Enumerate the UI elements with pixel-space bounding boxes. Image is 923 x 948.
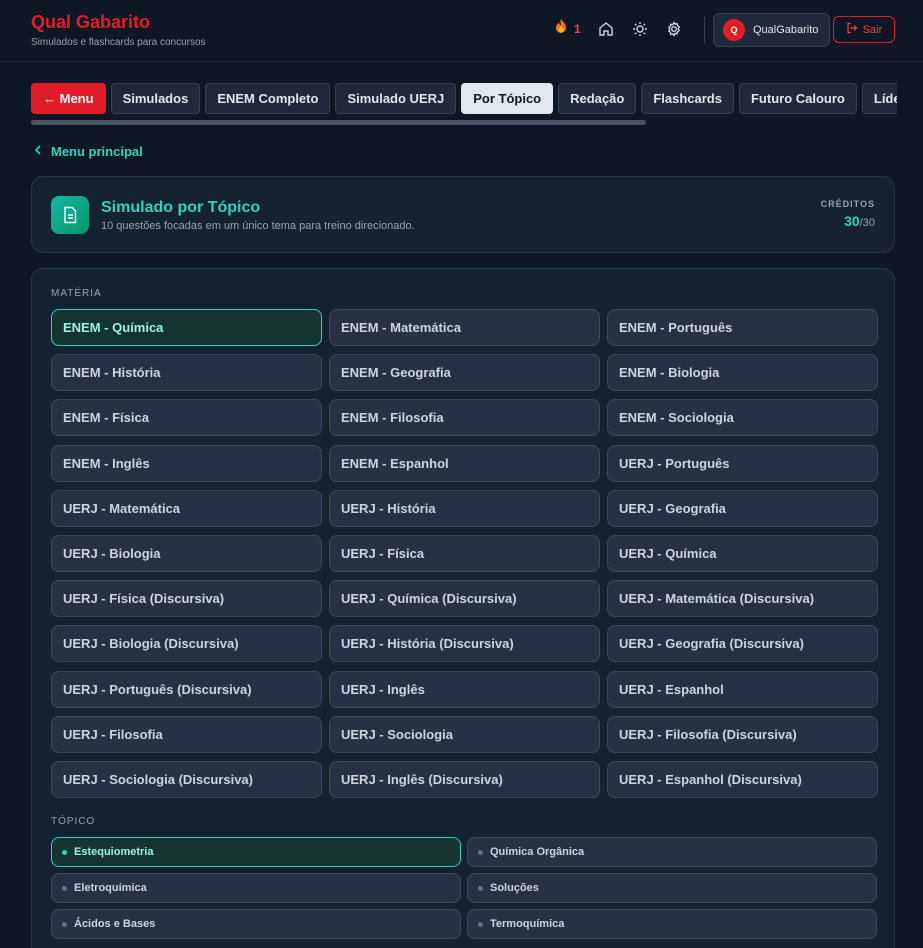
- subject-option[interactable]: UERJ - Português (Discursiva): [51, 670, 322, 708]
- subject-option[interactable]: UERJ - Português: [607, 444, 878, 482]
- tab-enem-completo[interactable]: ENEM Completo: [205, 83, 331, 114]
- topic-label: Ácidos e Bases: [74, 918, 156, 930]
- tabs-scrollbar[interactable]: [31, 120, 646, 125]
- header-divider: [704, 17, 705, 43]
- subject-option[interactable]: UERJ - Geografia: [607, 489, 878, 527]
- app-header: Qual Gabarito Simulados e flashcards par…: [0, 0, 923, 62]
- subject-option[interactable]: ENEM - Biologia: [607, 354, 878, 392]
- sun-icon[interactable]: [631, 20, 649, 38]
- subject-option[interactable]: ENEM - Química: [51, 309, 322, 346]
- brand[interactable]: Qual Gabarito Simulados e flashcards par…: [31, 11, 206, 48]
- credits-current: 30: [844, 213, 860, 229]
- subject-option[interactable]: UERJ - Inglês (Discursiva): [329, 761, 600, 798]
- subject-option[interactable]: UERJ - Sociologia: [329, 715, 600, 753]
- tab-futuro-calouro[interactable]: Futuro Calouro: [738, 83, 857, 114]
- menu-button[interactable]: ← Menu: [31, 83, 106, 114]
- subject-option[interactable]: ENEM - Física: [51, 399, 322, 437]
- card-description: 10 questões focadas em um único tema par…: [101, 220, 415, 232]
- tab-por-topico[interactable]: Por Tópico: [461, 83, 554, 114]
- subject-option[interactable]: UERJ - Química (Discursiva): [329, 580, 600, 618]
- topic-label: Eletroquímica: [74, 882, 147, 894]
- tab-flashcards[interactable]: Flashcards: [641, 83, 734, 114]
- back-to-menu-link[interactable]: Menu principal: [33, 144, 143, 159]
- topic-label: Soluções: [490, 882, 539, 894]
- subject-option[interactable]: ENEM - Espanhol: [329, 444, 600, 482]
- tab-lideres[interactable]: Líderes: [861, 83, 897, 114]
- subject-option[interactable]: UERJ - Biologia: [51, 535, 322, 572]
- subject-option[interactable]: ENEM - Sociologia: [607, 399, 878, 437]
- user-name: QualGabarito: [753, 24, 819, 36]
- selection-panel: MATÉRIA ENEM - Química ENEM - Matemática E…: [31, 268, 895, 948]
- subject-option[interactable]: UERJ - Física (Discursiva): [51, 580, 322, 618]
- gear-icon[interactable]: [665, 20, 683, 38]
- subject-option[interactable]: UERJ - Filosofia (Discursiva): [607, 715, 878, 753]
- bullet-icon: [478, 921, 483, 927]
- tab-simulado-uerj[interactable]: Simulado UERJ: [335, 83, 457, 114]
- subject-option[interactable]: UERJ - História: [329, 489, 600, 527]
- credits-value: 30/30: [844, 213, 875, 229]
- streak-count: 1: [574, 21, 581, 36]
- chevron-left-icon: [33, 144, 43, 159]
- subject-option[interactable]: ENEM - Geografia: [329, 354, 600, 392]
- user-menu-button[interactable]: Q QualGabarito: [713, 13, 830, 47]
- subject-option[interactable]: UERJ - Sociologia (Discursiva): [51, 761, 322, 798]
- subject-option[interactable]: UERJ - Biologia (Discursiva): [51, 625, 322, 663]
- topic-label: Química Orgânica: [490, 846, 585, 858]
- brand-subtitle: Simulados e flashcards para concursos: [31, 37, 206, 48]
- subject-option[interactable]: ENEM - Filosofia: [329, 399, 600, 437]
- subject-option[interactable]: ENEM - Matemática: [329, 309, 600, 346]
- bullet-icon: [478, 849, 483, 855]
- subject-option[interactable]: UERJ - Matemática: [51, 489, 322, 527]
- topic-option[interactable]: Ácidos e Bases: [51, 909, 461, 939]
- bullet-icon: [62, 921, 67, 927]
- subject-option[interactable]: UERJ - Física: [329, 535, 600, 572]
- header-icons: 1: [554, 18, 699, 39]
- subject-option[interactable]: UERJ - Filosofia: [51, 715, 322, 753]
- tab-redacao[interactable]: Redação: [558, 83, 637, 114]
- streak-indicator: 1: [554, 18, 581, 39]
- nav-tabs: ← Menu Simulados ENEM Completo Simulado UER…: [31, 83, 897, 115]
- avatar: Q: [723, 19, 745, 41]
- topic-label: Estequiometria: [74, 846, 154, 858]
- logout-label: Sair: [862, 23, 883, 36]
- subject-option[interactable]: UERJ - História (Discursiva): [329, 625, 600, 663]
- topic-option[interactable]: Estequiometria: [51, 837, 461, 867]
- brand-title: Qual Gabarito: [31, 12, 151, 32]
- topic-option[interactable]: Termoquímica: [467, 909, 877, 939]
- topic-option[interactable]: Eletroquímica: [51, 873, 461, 903]
- bullet-icon: [62, 885, 67, 891]
- subject-option[interactable]: ENEM - Português: [607, 309, 878, 346]
- topic-option[interactable]: Química Orgânica: [467, 837, 877, 867]
- home-icon[interactable]: [597, 20, 615, 38]
- subject-option[interactable]: UERJ - Matemática (Discursiva): [607, 580, 878, 618]
- logout-button[interactable]: Sair: [833, 16, 895, 43]
- logout-icon: [846, 22, 858, 37]
- document-icon: [51, 196, 89, 234]
- back-link-label: Menu principal: [51, 144, 143, 159]
- topic-label: Termoquímica: [490, 918, 565, 930]
- subject-section-label: MATÉRIA: [51, 288, 102, 299]
- flame-icon: [554, 18, 568, 39]
- subject-option[interactable]: UERJ - Inglês: [329, 670, 600, 708]
- bullet-icon: [478, 885, 483, 891]
- topic-option[interactable]: Soluções: [467, 873, 877, 903]
- topic-simulation-card: Simulado por Tópico 10 questões focadas …: [31, 176, 895, 253]
- bullet-icon: [62, 849, 67, 855]
- subject-option[interactable]: UERJ - Espanhol: [607, 670, 878, 708]
- card-title: Simulado por Tópico: [101, 199, 261, 216]
- topic-section-label: TÓPICO: [51, 816, 96, 827]
- subject-option[interactable]: UERJ - Espanhol (Discursiva): [607, 761, 878, 798]
- credits-label: CRÉDITOS: [820, 199, 875, 209]
- subject-option[interactable]: ENEM - Inglês: [51, 444, 322, 482]
- credits-max: /30: [859, 217, 875, 229]
- subject-option[interactable]: ENEM - História: [51, 354, 322, 392]
- subject-option[interactable]: UERJ - Química: [607, 535, 878, 572]
- subject-option[interactable]: UERJ - Geografia (Discursiva): [607, 625, 878, 663]
- tab-simulados[interactable]: Simulados: [110, 83, 201, 114]
